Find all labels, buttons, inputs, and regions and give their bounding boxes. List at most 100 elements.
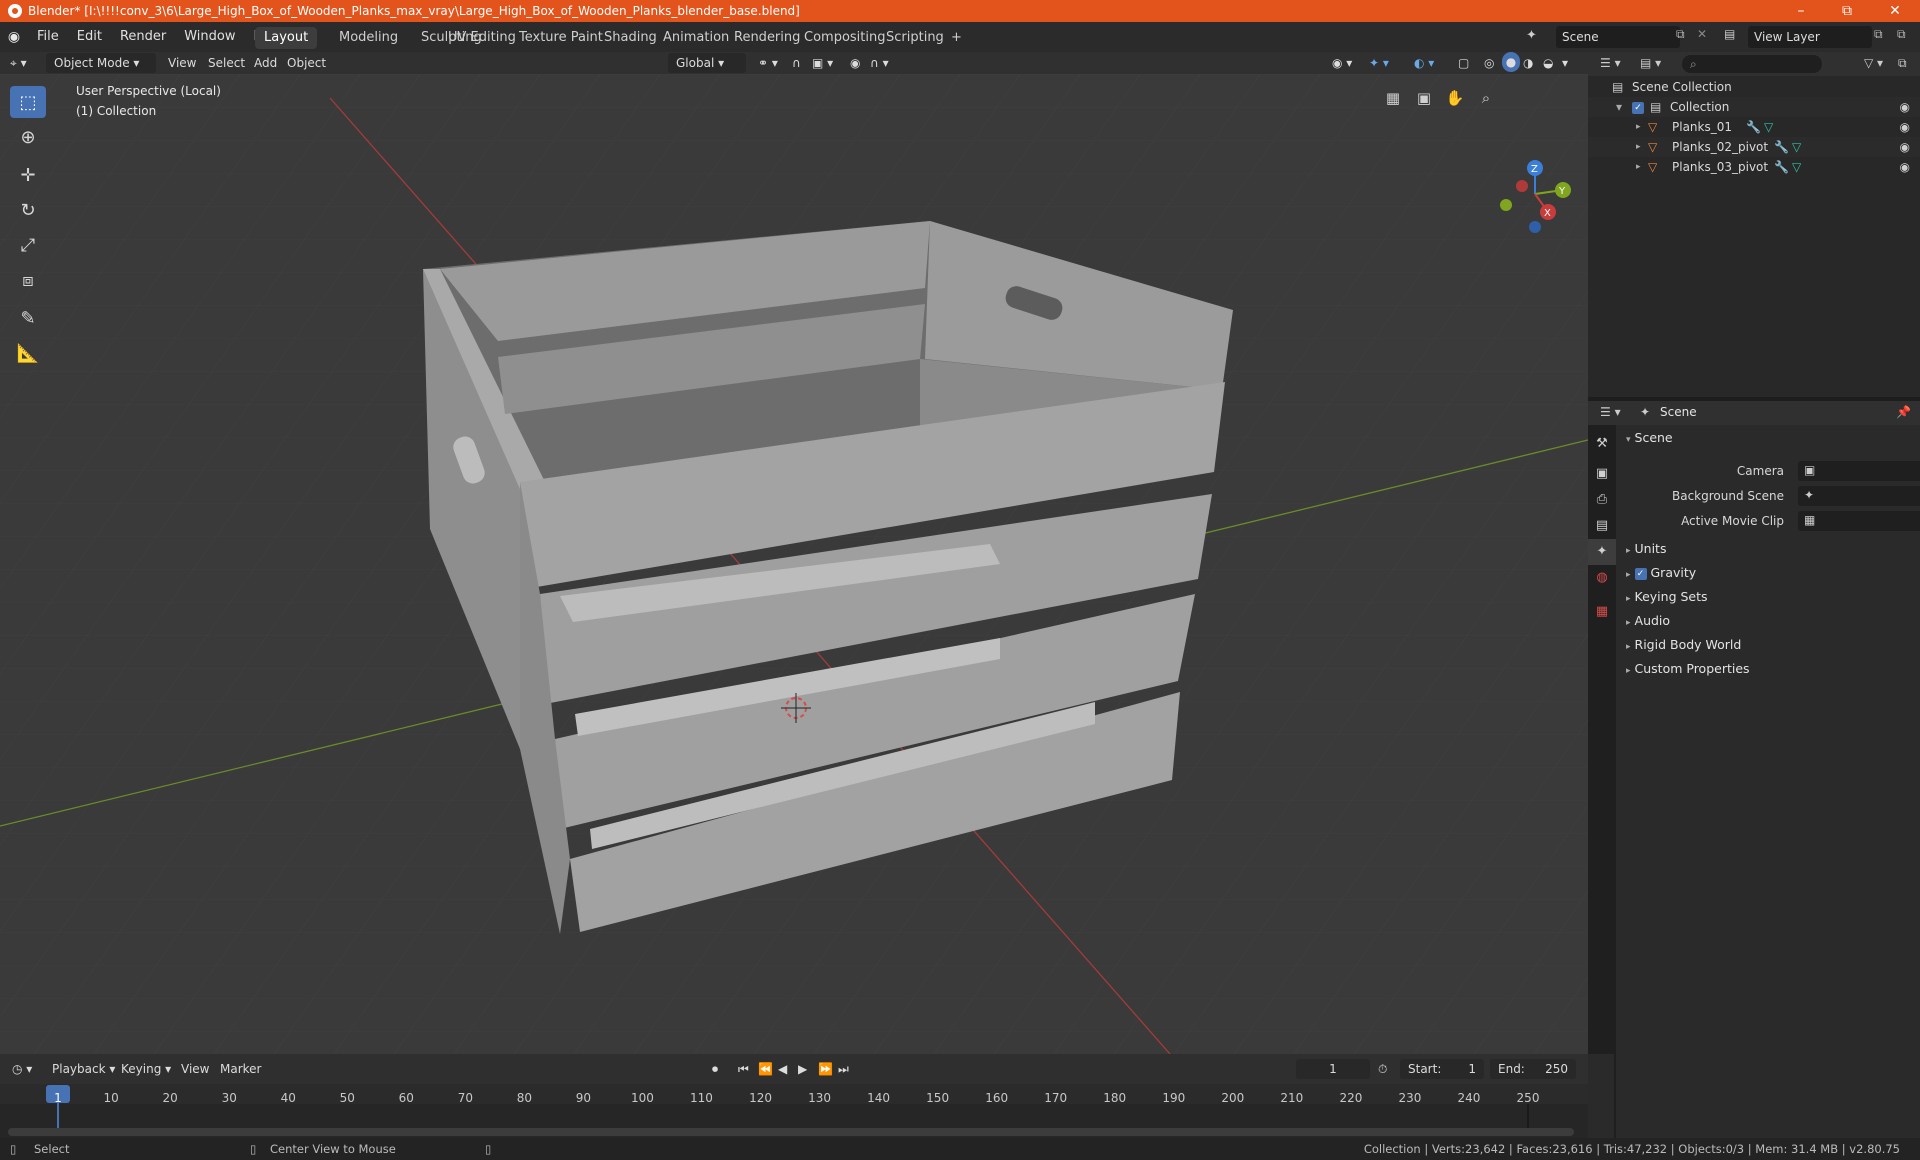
- planks-03-visibility-icon[interactable]: ◉: [1900, 157, 1910, 177]
- select-box-tool-icon[interactable]: ⬚: [10, 86, 46, 118]
- editor-type-icon[interactable]: ⌖ ▾: [10, 53, 27, 73]
- timeline-editor-type-icon[interactable]: ◷ ▾: [12, 1059, 32, 1079]
- planks-01-expand-icon[interactable]: ▸: [1636, 117, 1641, 137]
- filter-icon[interactable]: ▽ ▾: [1864, 56, 1883, 70]
- pin-icon[interactable]: 📌: [1896, 405, 1911, 419]
- collection-checkbox[interactable]: ✓: [1632, 97, 1644, 117]
- solid-shading-icon[interactable]: ●: [1502, 52, 1520, 72]
- jump-end-icon[interactable]: ⏭: [838, 1059, 849, 1079]
- gizmo-toggle-icon[interactable]: ✦ ▾: [1369, 53, 1389, 73]
- planks-02-visibility-icon[interactable]: ◉: [1900, 137, 1910, 157]
- xray-toggle-icon[interactable]: ▢: [1458, 53, 1469, 73]
- snap-icon[interactable]: ∩: [792, 53, 801, 73]
- menu-window[interactable]: Window: [175, 22, 244, 52]
- end-frame-field[interactable]: End: 250: [1490, 1059, 1576, 1079]
- pivot-point-icon[interactable]: ⚭ ▾: [758, 53, 778, 73]
- rotate-tool-icon[interactable]: ↻: [10, 194, 46, 226]
- material-shading-icon[interactable]: ◑: [1523, 53, 1533, 73]
- timeline-scrollbar[interactable]: [8, 1128, 1574, 1136]
- measure-tool-icon[interactable]: 📐: [10, 337, 46, 369]
- properties-editor-type-icon[interactable]: ☰ ▾: [1600, 405, 1621, 419]
- snap-target-icon[interactable]: ▣ ▾: [812, 53, 833, 73]
- record-button-icon[interactable]: ⏺: [712, 1059, 718, 1079]
- timeline-menu-view[interactable]: View: [181, 1059, 209, 1079]
- outliner-row-planks-03-pivot[interactable]: ▸ ▽ Planks_03_pivot 🔧 ▽ ◉: [1588, 157, 1920, 177]
- overlay-toggle-icon[interactable]: ◐ ▾: [1414, 53, 1434, 73]
- gizmo-neg-y-handle[interactable]: [1500, 199, 1512, 211]
- new-collection-icon[interactable]: ⧉: [1898, 56, 1907, 71]
- gizmo-neg-z-handle[interactable]: [1529, 221, 1541, 233]
- output-tab-icon[interactable]: ⎙: [1588, 487, 1616, 513]
- keying-sets-panel-header[interactable]: ▸ Keying Sets: [1626, 586, 1708, 608]
- outliner-search-input[interactable]: ⌕: [1682, 55, 1822, 73]
- collection-visibility-icon[interactable]: ◉: [1900, 97, 1910, 117]
- display-mode-icon[interactable]: ▤ ▾: [1640, 56, 1661, 70]
- timeline-menu-playback[interactable]: Playback ▾: [52, 1059, 115, 1079]
- close-button[interactable]: ✕: [1872, 0, 1918, 22]
- camera-field[interactable]: ▣ ✎: [1798, 461, 1920, 481]
- planks-02-modifier-icon[interactable]: 🔧: [1774, 137, 1789, 157]
- scene-tab-icon[interactable]: ✦: [1588, 539, 1616, 565]
- menu-render[interactable]: Render: [111, 22, 175, 52]
- start-frame-field[interactable]: Start: 1: [1400, 1059, 1484, 1079]
- audio-panel-header[interactable]: ▸ Audio: [1626, 610, 1670, 632]
- maximize-button[interactable]: ⧉: [1824, 0, 1870, 22]
- collection-expand-icon[interactable]: ▾: [1616, 97, 1622, 117]
- mode-dropdown[interactable]: Object Mode ▾: [46, 53, 156, 73]
- zoom-view-icon[interactable]: ⌕: [1472, 84, 1500, 112]
- new-view-layer-icon[interactable]: ⧉: [1874, 27, 1883, 42]
- planks-03-modifier-icon[interactable]: 🔧: [1774, 157, 1789, 177]
- timeline-menu-keying[interactable]: Keying ▾: [121, 1059, 171, 1079]
- scene-panel-header[interactable]: ▾ Scene: [1626, 427, 1673, 449]
- units-panel-header[interactable]: ▸ Units: [1626, 538, 1666, 560]
- planks-02-mesh-icon[interactable]: ▽: [1792, 137, 1801, 157]
- render-tab-icon[interactable]: ▣: [1588, 461, 1616, 487]
- background-scene-field[interactable]: ✦: [1798, 486, 1920, 506]
- planks-01-mesh-icon[interactable]: ▽: [1764, 117, 1773, 137]
- planks-01-visibility-icon[interactable]: ◉: [1900, 117, 1910, 137]
- world-tab-icon[interactable]: ◍: [1588, 565, 1616, 591]
- transform-tool-icon[interactable]: ⧈: [10, 264, 46, 296]
- active-movie-clip-field[interactable]: ▦: [1798, 511, 1920, 531]
- viewport-menu-view[interactable]: View: [168, 53, 196, 73]
- gravity-panel-header[interactable]: ▸ ✓ Gravity: [1626, 562, 1696, 584]
- falloff-icon[interactable]: ∩ ▾: [870, 53, 889, 73]
- pan-view-icon[interactable]: ✋: [1441, 84, 1469, 112]
- planks-02-expand-icon[interactable]: ▸: [1636, 137, 1641, 157]
- outliner-row-planks-01[interactable]: ▸ ▽ Planks_01 🔧 ▽ ◉: [1588, 117, 1920, 137]
- gravity-checkbox[interactable]: ✓: [1634, 567, 1647, 580]
- play-reverse-icon[interactable]: ◀: [778, 1059, 787, 1079]
- preview-range-icon[interactable]: ⏱: [1378, 1059, 1387, 1079]
- outliner-row-scene-collection[interactable]: ▤ Scene Collection: [1588, 77, 1920, 97]
- custom-properties-panel-header[interactable]: ▸ Custom Properties: [1626, 658, 1750, 680]
- move-tool-icon[interactable]: ✛: [10, 159, 46, 191]
- jump-start-icon[interactable]: ⏮: [738, 1059, 749, 1079]
- visibility-icon[interactable]: ◉ ▾: [1332, 53, 1352, 73]
- scene-name-field[interactable]: Scene: [1556, 26, 1680, 48]
- tool-tab-icon[interactable]: ⚒: [1588, 431, 1616, 457]
- planks-03-expand-icon[interactable]: ▸: [1636, 157, 1641, 177]
- shading-options-icon[interactable]: ▾: [1562, 53, 1568, 73]
- outliner-row-collection[interactable]: ▾ ✓ ▤ Collection ◉: [1588, 97, 1920, 117]
- minimize-button[interactable]: –: [1778, 0, 1824, 22]
- annotate-tool-icon[interactable]: ✎: [10, 302, 46, 334]
- view-layer-icon[interactable]: ▤: [1724, 27, 1735, 41]
- planks-03-mesh-icon[interactable]: ▽: [1792, 157, 1801, 177]
- next-keyframe-icon[interactable]: ⏩: [818, 1059, 833, 1079]
- scale-tool-icon[interactable]: ⤢: [10, 229, 46, 261]
- texture-tab-icon[interactable]: ▦: [1588, 599, 1616, 625]
- tab-modeling[interactable]: Modeling: [330, 27, 407, 49]
- tab-layout[interactable]: Layout: [255, 27, 318, 49]
- cursor-tool-icon[interactable]: ⊕: [10, 121, 46, 153]
- rigid-body-world-panel-header[interactable]: ▸ Rigid Body World: [1626, 634, 1741, 656]
- timeline-menu-marker[interactable]: Marker: [220, 1059, 261, 1079]
- prev-keyframe-icon[interactable]: ⏪: [758, 1059, 773, 1079]
- rendered-shading-icon[interactable]: ◒: [1543, 53, 1553, 73]
- new-scene-icon[interactable]: ⧉: [1676, 27, 1685, 42]
- viewport-menu-add[interactable]: Add: [254, 53, 277, 73]
- planks-01-modifier-icon[interactable]: 🔧: [1746, 117, 1761, 137]
- camera-view-icon[interactable]: ▣: [1410, 84, 1438, 112]
- blender-menu-icon[interactable]: ◉: [0, 29, 28, 45]
- viewport-menu-select[interactable]: Select: [208, 53, 245, 73]
- menu-edit[interactable]: Edit: [68, 22, 111, 52]
